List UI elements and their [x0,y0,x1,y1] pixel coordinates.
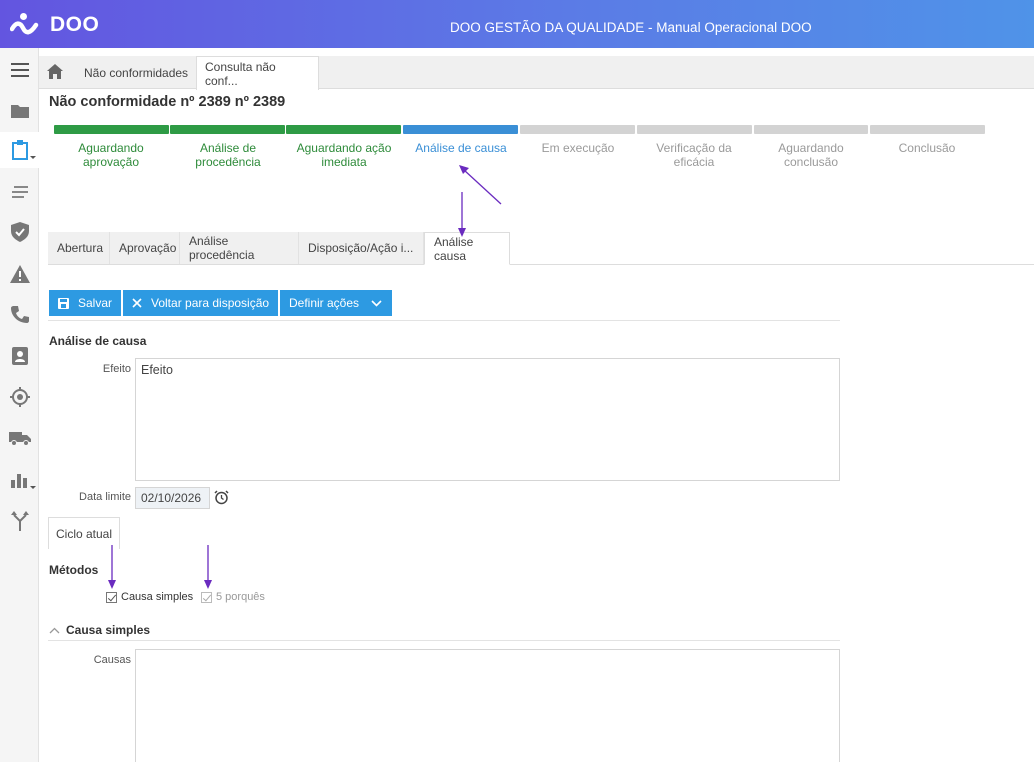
workflow-step-label: Em execução [541,141,615,155]
doo-logo-icon [10,12,40,38]
save-icon [58,297,69,309]
define-actions-label: Definir ações [289,296,360,310]
top-bar: DOO DOO GESTÃO DA QUALIDADE - Manual Ope… [0,0,1034,48]
chevron-up-icon [49,627,60,633]
workflow-step-label: Aguardando aprovação [78,141,144,169]
tab-disposicao-acao[interactable]: Disposição/Ação i... [299,232,424,264]
define-actions-button[interactable]: Definir ações [280,290,393,316]
document-tabstrip: Não conformidades Consulta não conf... [39,56,1034,90]
shield-check-icon[interactable] [0,214,39,250]
simple-cause-heading: Causa simples [66,623,151,637]
workflow-step-label: Conclusão [898,141,956,155]
menu-icon[interactable] [0,52,39,88]
tab-analise-procedencia[interactable]: Análise procedência [180,232,299,264]
doo-logo[interactable]: DOO [10,12,99,38]
workflow-step-label[interactable]: Análise de causa [403,141,519,155]
calendar-clock-icon[interactable] [214,490,229,508]
workflow-step-bar [754,125,868,134]
left-rail [0,48,39,762]
truck-icon[interactable] [0,420,39,456]
effect-label: Efeito [102,363,131,375]
workflow-step-bar [403,125,518,134]
workflow-step-bar [870,125,985,134]
divider [48,320,840,321]
section-heading: Análise de causa [49,334,147,348]
target-icon[interactable] [0,379,39,415]
workflow-step-bar [520,125,635,134]
page-title: Não conformidade nº 2389 nº 2389 [49,94,286,110]
chevron-down-icon [371,299,382,307]
save-button-label: Salvar [78,296,113,310]
annotation-arrow [463,169,502,205]
branch-icon[interactable] [0,503,39,539]
deadline-label: Data limite [79,491,131,503]
workflow-step-label: Aguardando conclusão [778,141,844,169]
causes-label: Causas [93,654,131,666]
effect-textarea[interactable]: Efeito [135,358,840,481]
tab-aprovacao[interactable]: Aprovação [110,232,180,264]
workflow-step-bar [286,125,401,134]
causes-textarea[interactable] [135,649,840,762]
checkbox-checked-icon [106,591,117,603]
methods-heading: Métodos [49,563,99,577]
method-5-whys-checkbox[interactable]: 5 porquês [201,591,265,603]
clipboard-icon[interactable] [0,132,39,168]
back-button-label: Voltar para disposição [151,296,270,310]
close-icon [132,298,142,308]
bar-chart-icon[interactable] [0,462,39,498]
tab-ciclo-atual[interactable]: Ciclo atual [48,517,120,549]
method-5-whys-label: 5 porquês [216,591,265,603]
chevron-down-icon [30,486,36,489]
method-simple-checkbox[interactable]: Causa simples [106,591,193,603]
tab-abertura[interactable]: Abertura [48,232,110,264]
simple-cause-panel-header[interactable]: Causa simples [49,623,150,637]
section-tabs: Abertura Aprovação Análise procedência D… [48,232,1034,265]
workflow-step-bar [54,125,169,134]
workflow-step-label: Verificação da eficácia [656,141,732,169]
tab-nao-conformidades[interactable]: Não conformidades [76,56,196,89]
workflow-step-label: Análise de procedência [195,141,261,169]
workflow-step-bar [637,125,752,134]
chevron-down-icon [30,156,36,159]
warning-icon[interactable] [0,256,39,292]
list-icon[interactable] [0,174,39,210]
method-simple-label: Causa simples [121,591,194,603]
phone-icon[interactable] [0,296,39,332]
workflow-step-label: Aguardando ação imediata [296,141,392,169]
back-to-disposition-button[interactable]: Voltar para disposição [123,290,279,316]
checkbox-checked-icon [201,591,212,603]
save-button[interactable]: Salvar [49,290,122,316]
logo-text: DOO [50,13,100,36]
home-icon[interactable] [47,64,63,82]
tab-analise-causa[interactable]: Análise causa [424,232,510,265]
deadline-input[interactable] [135,487,210,509]
contact-card-icon[interactable] [0,338,39,374]
tab-consulta-nao-conformidade[interactable]: Consulta não conf... [196,56,319,90]
workflow-step-bar [170,125,285,134]
app-title: DOO GESTÃO DA QUALIDADE - Manual Operaci… [450,20,812,35]
folder-icon[interactable] [0,92,39,128]
divider [48,640,840,641]
